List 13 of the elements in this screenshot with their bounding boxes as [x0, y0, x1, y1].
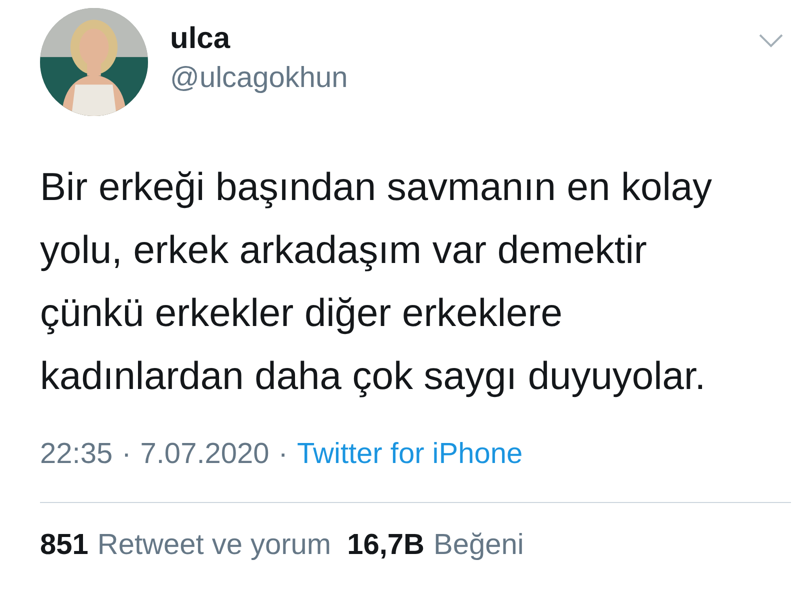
tweet-date: 7.07.2020: [140, 437, 270, 472]
author-handle: @ulcagokhun: [170, 61, 348, 96]
separator-dot: ·: [122, 437, 132, 472]
stat-count: 851: [40, 528, 88, 563]
stat-count: 16,7B: [347, 528, 424, 563]
tweet-time: 22:35: [40, 437, 113, 472]
tweet-text: Bir erkeği başından savmanın en kolay yolu, erkek arkadaşım var demektir çünkü erkekler diğer erkeklere kadınlardan daha çok saygı duyuyolar.: [40, 165, 714, 400]
separator-dot: ·: [278, 437, 288, 472]
stat-label: Beğeni: [433, 528, 524, 563]
chevron-down-icon[interactable]: [759, 34, 783, 48]
source-link[interactable]: Twitter for iPhone: [296, 434, 523, 474]
author-name: ulca: [170, 21, 232, 57]
stat-label: Retweet ve yorum: [97, 528, 332, 563]
